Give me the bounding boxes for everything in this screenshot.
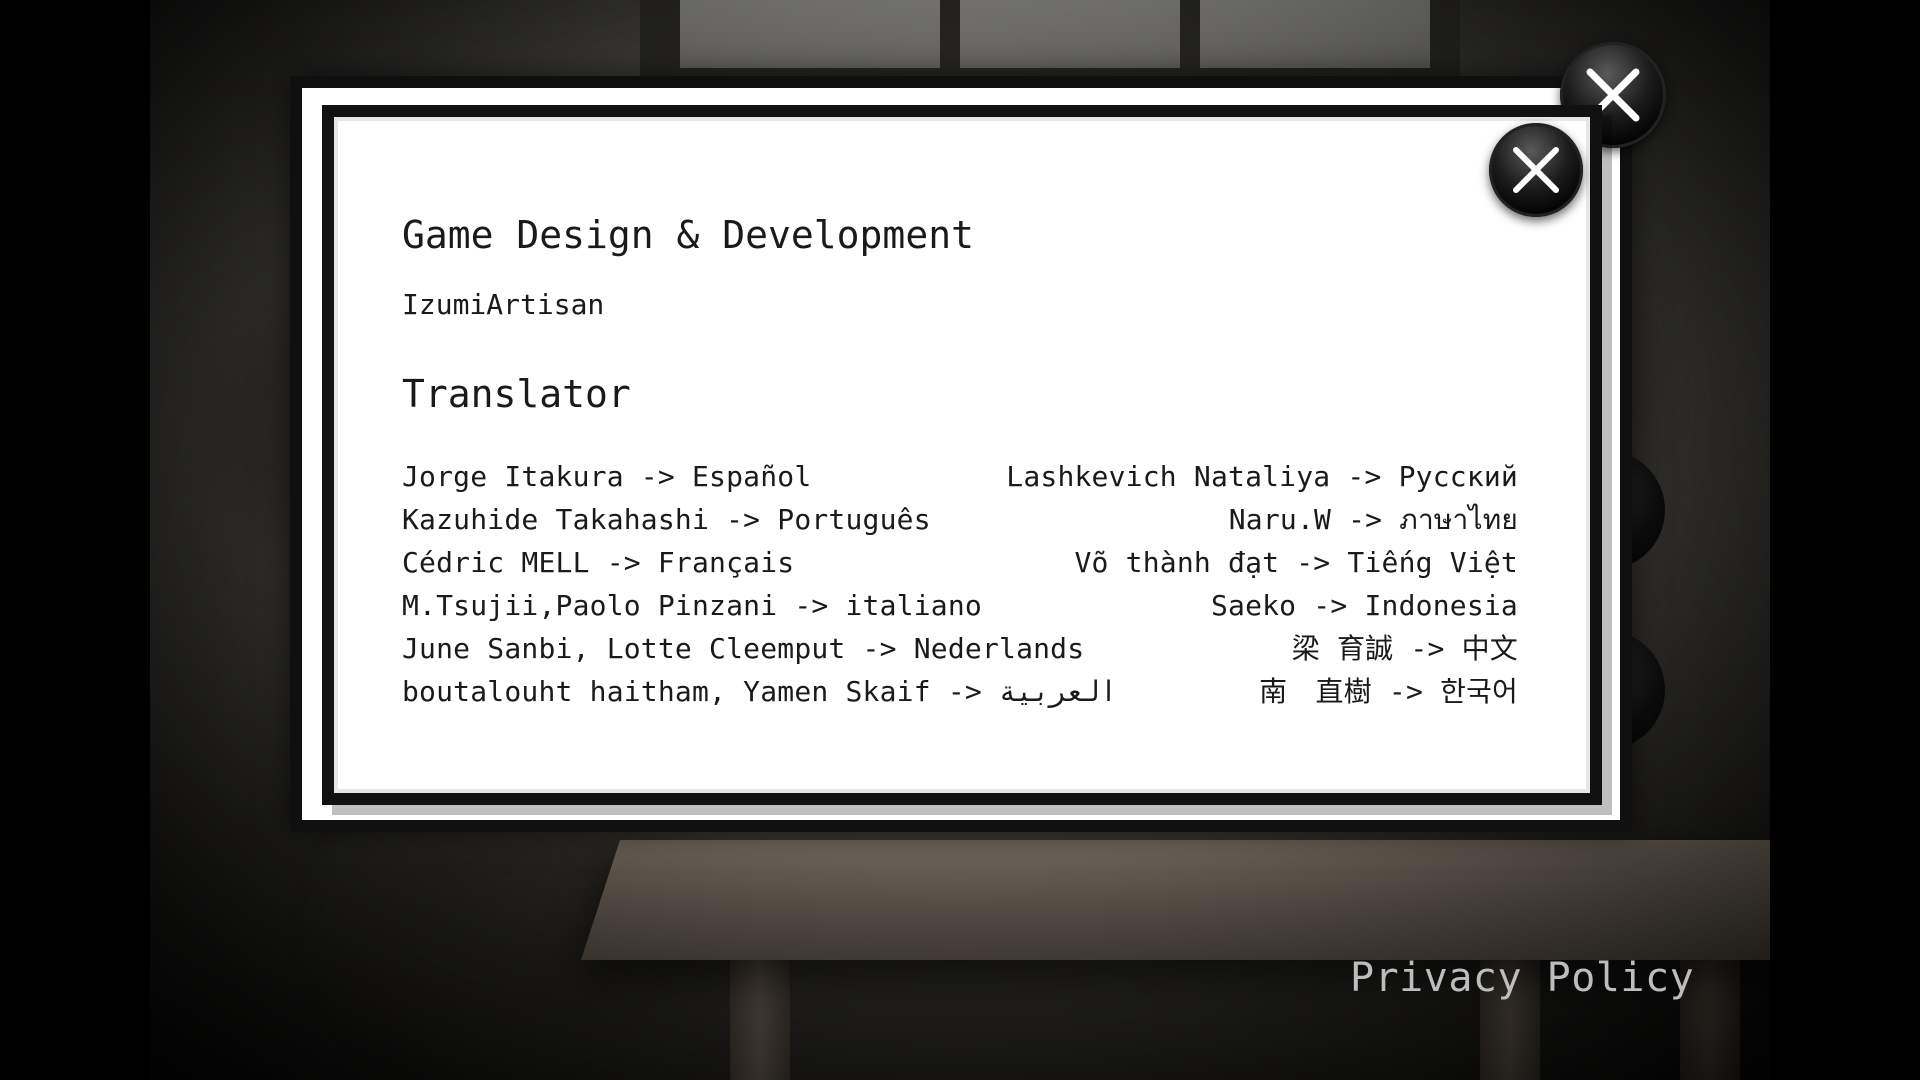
translator-entry: Naru.W -> ภาษาไทย <box>1228 503 1518 536</box>
close-x-icon <box>1513 147 1559 193</box>
privacy-policy-link[interactable]: Privacy Policy <box>1350 955 1694 1001</box>
designer-name: IzumiArtisan <box>402 288 605 321</box>
letterbox-right <box>1770 0 1920 1080</box>
game-screen: Game Design & Development IzumiArtisan T… <box>0 0 1920 1080</box>
translator-list: Jorge Itakura -> Español Kazuhide Takaha… <box>402 455 1518 715</box>
close-button[interactable] <box>1489 123 1583 217</box>
table-top <box>581 840 1880 960</box>
translator-section-title: Translator <box>402 372 631 416</box>
table-leg <box>730 950 790 1080</box>
translator-entry: Lashkevich Nataliya -> Русский <box>1006 460 1518 493</box>
translator-entry: 南 直樹 -> 한국어 <box>1259 675 1518 708</box>
translator-entry: Võ thành đạt -> Tiếng Việt <box>1074 546 1518 579</box>
translator-entry: 梁 育誠 -> 中文 <box>1291 632 1518 665</box>
design-section-title: Game Design & Development <box>402 213 974 257</box>
letterbox-left <box>0 0 150 1080</box>
translator-column-right: Lashkevich Nataliya -> Русский Naru.W ->… <box>1006 455 1518 713</box>
translator-entry: Saeko -> Indonesia <box>1210 589 1518 622</box>
credits-content: Game Design & Development IzumiArtisan T… <box>402 216 1518 715</box>
window-pane <box>680 0 940 68</box>
window-pane <box>960 0 1180 68</box>
window-pane <box>1200 0 1430 68</box>
